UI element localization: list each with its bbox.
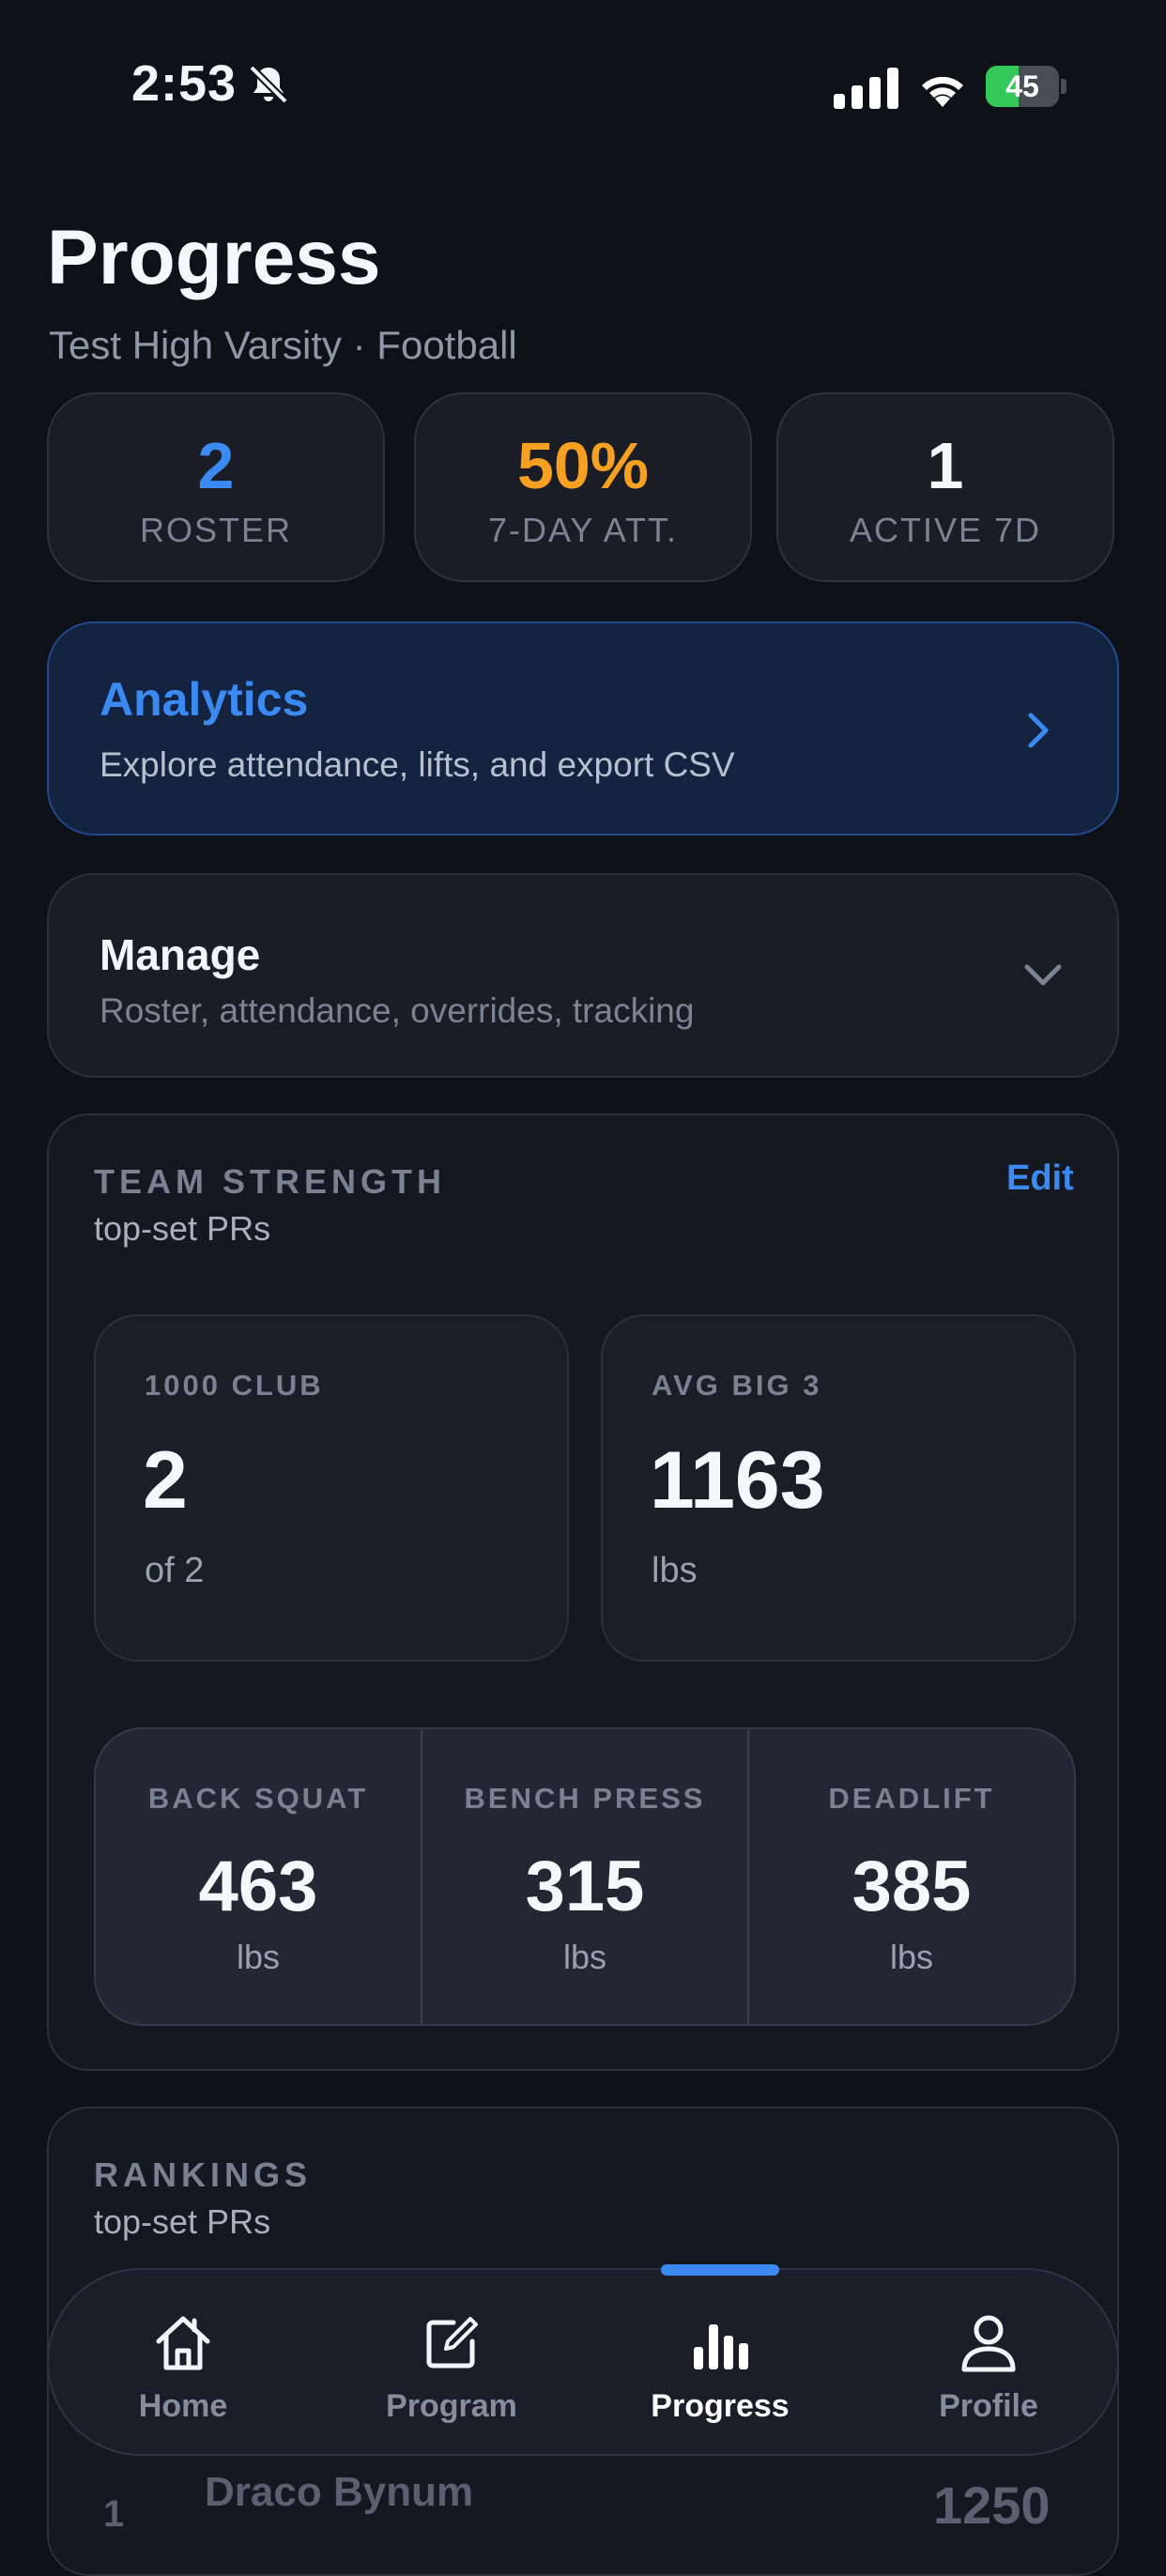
- page-title: Progress: [47, 215, 381, 300]
- tab-profile[interactable]: Profile: [854, 2270, 1123, 2458]
- edit-button[interactable]: Edit: [1006, 1158, 1074, 1199]
- ranking-position: 1: [103, 2493, 125, 2535]
- rankings-subtitle: top-set PRs: [94, 2202, 271, 2241]
- lift-unit: lbs: [889, 1938, 934, 1976]
- manage-title: Manage: [100, 930, 261, 979]
- metric-value: 1163: [650, 1435, 825, 1526]
- team-strength-subtitle: top-set PRs: [94, 1209, 271, 1248]
- tab-label: Home: [138, 2388, 228, 2424]
- stat-label: 7-DAY ATT.: [487, 511, 679, 549]
- edit-icon: [426, 2317, 478, 2369]
- metric-unit: lbs: [652, 1551, 698, 1590]
- lift-value: 385: [851, 1847, 972, 1926]
- manage-description: Roster, attendance, overrides, tracking: [100, 991, 695, 1030]
- stat-value: 1: [927, 429, 964, 502]
- stat-value: 2: [197, 429, 235, 502]
- stat-card-roster: 2 ROSTER: [47, 392, 385, 582]
- chevron-down-icon: [1024, 964, 1062, 986]
- lift-unit: lbs: [562, 1938, 607, 1976]
- tab-label: Program: [386, 2388, 517, 2424]
- cellular-signal-icon: [834, 68, 898, 109]
- status-time: 2:53: [131, 55, 238, 112]
- team-strength-card: TEAM STRENGTH top-set PRs Edit 1000 CLUB…: [47, 1113, 1119, 2071]
- tab-bar: Home Program Progress Profile: [47, 2264, 1119, 2458]
- team-strength-title: TEAM STRENGTH: [94, 1162, 446, 1201]
- lift-label: BACK SQUAT: [147, 1782, 369, 1815]
- bell-muted-icon: [249, 65, 288, 104]
- lift-deadlift: DEADLIFT 385 lbs: [747, 1729, 1074, 2024]
- lift-back-squat: BACK SQUAT 463 lbs: [96, 1729, 421, 2024]
- person-icon: [961, 2315, 1016, 2372]
- stat-label: ACTIVE 7D: [849, 511, 1042, 549]
- analytics-description: Explore attendance, lifts, and export CS…: [100, 745, 735, 784]
- manage-card[interactable]: Manage Roster, attendance, overrides, tr…: [47, 873, 1119, 1078]
- stat-value: 50%: [516, 429, 650, 502]
- rankings-title: RANKINGS: [94, 2155, 313, 2194]
- stat-card-active: 1 ACTIVE 7D: [776, 392, 1114, 582]
- lift-label: DEADLIFT: [828, 1782, 995, 1815]
- lift-value: 463: [198, 1847, 318, 1926]
- lift-bench-press: BENCH PRESS 315 lbs: [421, 1729, 747, 2024]
- metric-unit: of 2: [145, 1551, 205, 1590]
- bar-chart-icon: [694, 2324, 748, 2369]
- tab-progress[interactable]: Progress: [586, 2264, 854, 2458]
- analytics-title: Analytics: [100, 673, 309, 726]
- metric-label: AVG BIG 3: [652, 1369, 822, 1402]
- tab-program[interactable]: Program: [317, 2270, 586, 2458]
- active-tab-indicator: [661, 2264, 779, 2276]
- tab-label: Profile: [939, 2388, 1038, 2424]
- battery-level: 45: [1005, 69, 1039, 103]
- lift-value: 315: [525, 1847, 645, 1926]
- home-icon: [156, 2316, 210, 2370]
- avg-big3-card: AVG BIG 3 1163 lbs: [601, 1314, 1076, 1662]
- club-card: 1000 CLUB 2 of 2: [94, 1314, 569, 1662]
- wifi-icon: [922, 76, 963, 107]
- chevron-right-icon: [1028, 713, 1049, 748]
- tab-label: Progress: [651, 2388, 790, 2424]
- stat-card-attendance: 50% 7-DAY ATT.: [414, 392, 752, 582]
- lift-label: BENCH PRESS: [464, 1782, 706, 1815]
- page-subtitle: Test High Varsity · Football: [49, 323, 517, 367]
- lift-unit: lbs: [236, 1938, 281, 1976]
- battery-indicator: 45: [986, 66, 1066, 107]
- ranking-total: 1250: [933, 2476, 1051, 2535]
- stat-label: ROSTER: [139, 511, 292, 549]
- analytics-card[interactable]: Analytics Explore attendance, lifts, and…: [47, 621, 1119, 836]
- metric-value: 2: [143, 1435, 188, 1526]
- lifts-panel: BACK SQUAT 463 lbs BENCH PRESS 315 lbs D…: [94, 1727, 1076, 2026]
- tab-home[interactable]: Home: [49, 2270, 317, 2458]
- ranking-athlete-name[interactable]: Draco Bynum: [205, 2469, 473, 2516]
- metric-label: 1000 CLUB: [145, 1369, 324, 1402]
